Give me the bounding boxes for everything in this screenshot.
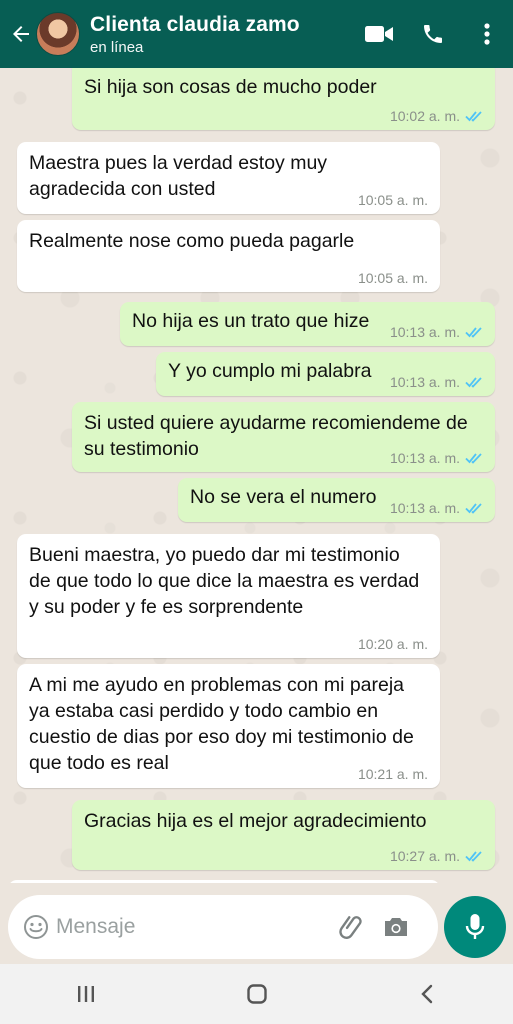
message-text: Si hija son cosas de mucho poder [84, 76, 377, 98]
read-ticks-icon [465, 111, 482, 122]
message-time: 10:05 a. m. [357, 192, 428, 208]
phone-icon[interactable] [413, 14, 453, 54]
message-incoming[interactable]: Maestra pues la verdad estoy muy agradec… [17, 142, 440, 214]
message-text: Realmente nose como pueda pagarle [29, 230, 355, 252]
message-text: Gracias hija es el mejor agradecimiento [84, 810, 427, 832]
camera-icon[interactable] [376, 907, 416, 947]
message-outgoing[interactable]: Y yo cumplo mi palabra 10:13 a. m. [156, 352, 495, 396]
mic-icon [465, 914, 485, 939]
message-incoming[interactable]: Bueni maestra, yo puedo dar mi testimoni… [17, 534, 440, 658]
back-icon[interactable] [398, 969, 458, 1019]
contact-name: Clienta claudia zamo [90, 12, 300, 36]
message-time: 10:20 a. m. [357, 636, 428, 652]
read-ticks-icon [465, 503, 482, 514]
message-outgoing[interactable]: No hija es un trato que hize 10:13 a. m. [120, 302, 495, 346]
system-nav-bar [0, 964, 513, 1024]
message-outgoing[interactable]: Si usted quiere ayudarme recomiendeme de… [72, 402, 495, 472]
read-ticks-icon [465, 377, 482, 388]
message-time: 10:21 a. m. [357, 766, 428, 782]
message-time: 10:27 a. m. [390, 848, 483, 864]
read-ticks-icon [465, 327, 482, 338]
message-time: 10:13 a. m. [390, 500, 483, 516]
message-incoming[interactable]: A mi me ayudo en problemas con mi pareja… [17, 664, 440, 788]
message-time: 10:05 a. m. [357, 270, 428, 286]
emoji-icon[interactable] [16, 907, 56, 947]
message-time: 10:13 a. m. [390, 374, 483, 390]
message-outgoing[interactable]: No se vera el numero 10:13 a. m. [178, 478, 495, 522]
message-incoming[interactable]: Realmente nose como pueda pagarle 10:05 … [17, 220, 440, 292]
message-composer [8, 895, 438, 959]
avatar[interactable] [36, 12, 80, 56]
attach-icon[interactable] [332, 907, 372, 947]
chat-area[interactable]: Si hija son cosas de mucho poder 10:02 a… [0, 68, 513, 883]
message-input[interactable] [56, 915, 326, 939]
contact-status: en línea [90, 38, 144, 56]
message-incoming-partial[interactable] [8, 880, 440, 883]
message-text: A mi me ayudo en problemas con mi pareja… [29, 674, 414, 774]
more-vert-icon[interactable] [467, 14, 507, 54]
message-text: Maestra pues la verdad estoy muy agradec… [29, 152, 328, 200]
message-outgoing[interactable]: Gracias hija es el mejor agradecimiento … [72, 800, 495, 870]
home-icon[interactable] [227, 969, 287, 1019]
read-ticks-icon [465, 851, 482, 862]
message-time: 10:02 a. m. [390, 108, 483, 124]
message-time: 10:13 a. m. [390, 450, 483, 466]
back-arrow-icon[interactable] [8, 14, 34, 54]
contact-info[interactable]: Clienta claudia zamo en línea [90, 13, 359, 56]
chat-header: Clienta claudia zamo en línea [0, 0, 513, 68]
message-outgoing[interactable]: Si hija son cosas de mucho poder 10:02 a… [72, 68, 495, 130]
recent-apps-icon[interactable] [56, 969, 116, 1019]
mic-button[interactable] [444, 896, 506, 958]
read-ticks-icon [465, 453, 482, 464]
message-text: Bueni maestra, yo puedo dar mi testimoni… [29, 544, 420, 618]
message-time: 10:13 a. m. [390, 324, 483, 340]
video-call-icon[interactable] [359, 14, 399, 54]
